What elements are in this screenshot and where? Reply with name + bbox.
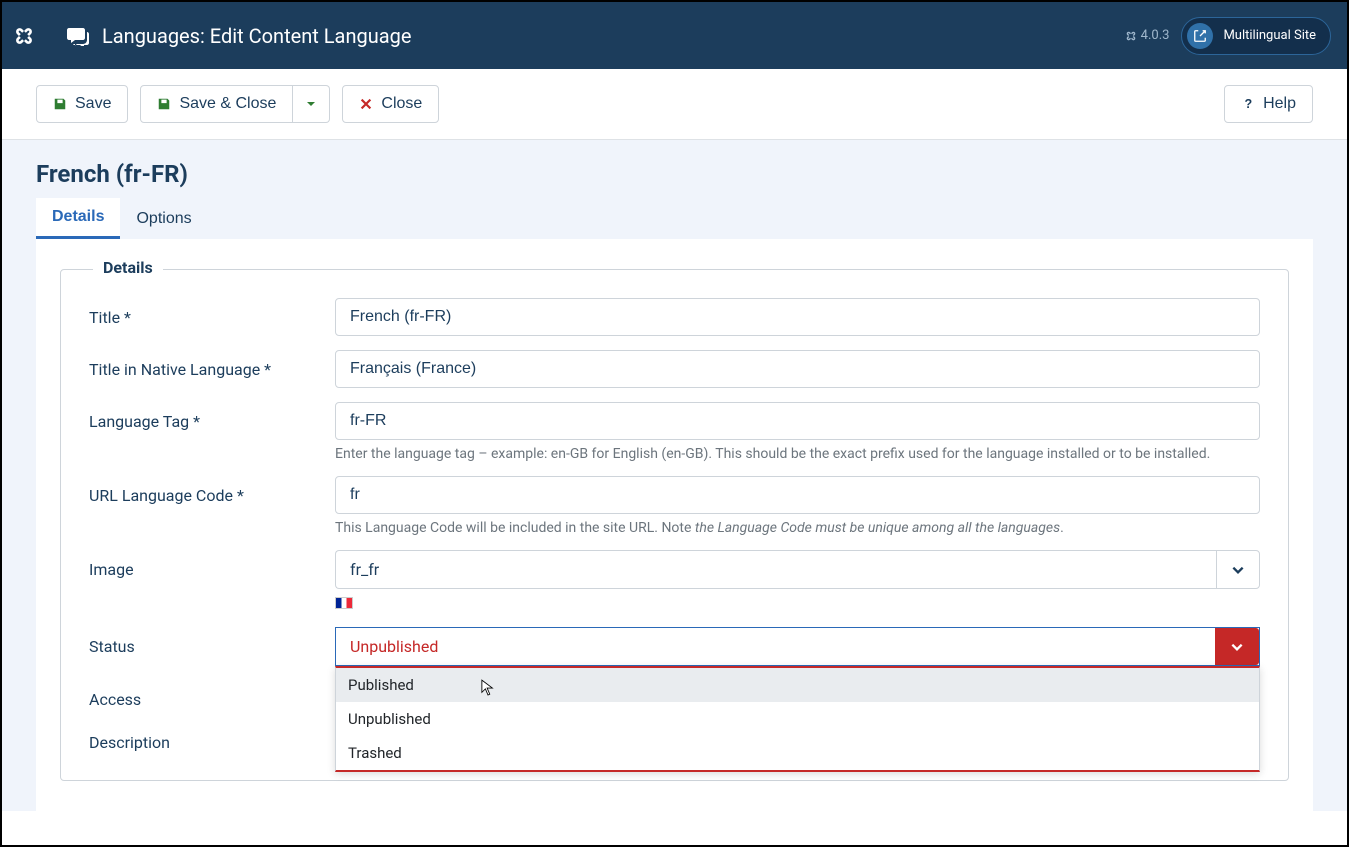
joomla-small-icon [1125, 30, 1137, 42]
row-title: Title * [89, 298, 1260, 336]
status-option-published[interactable]: Published [336, 668, 1259, 702]
help-url-code: This Language Code will be included in t… [335, 520, 1260, 536]
label-tag: Language Tag * [89, 402, 335, 431]
save-dropdown-toggle[interactable] [293, 85, 330, 123]
chevron-down-icon [305, 98, 317, 110]
help-tag: Enter the language tag – example: en-GB … [335, 446, 1260, 462]
tabs: Details Options [36, 198, 1313, 239]
tab-details[interactable]: Details [36, 198, 120, 239]
label-title: Title * [89, 298, 335, 327]
version-text: 4.0.3 [1141, 28, 1170, 43]
save-icon [157, 97, 171, 111]
row-tag: Language Tag * Enter the language tag – … [89, 402, 1260, 462]
tab-options[interactable]: Options [120, 198, 207, 239]
row-native: Title in Native Language * [89, 350, 1260, 388]
chevron-down-icon [1230, 640, 1244, 654]
label-description: Description [89, 723, 335, 752]
site-link[interactable]: Multilingual Site [1181, 17, 1331, 55]
save-icon [53, 97, 67, 111]
close-button[interactable]: Close [342, 85, 439, 123]
input-tag[interactable] [335, 402, 1260, 440]
comments-icon [66, 26, 90, 46]
save-close-button[interactable]: Save & Close [140, 85, 293, 123]
label-image: Image [89, 550, 335, 579]
select-image-chevron[interactable] [1216, 550, 1260, 589]
select-status-chevron[interactable] [1215, 628, 1259, 665]
label-access: Access [89, 680, 335, 709]
close-icon [359, 97, 373, 111]
save-button[interactable]: Save [36, 85, 128, 123]
row-image: Image fr_fr [89, 550, 1260, 613]
status-option-unpublished[interactable]: Unpublished [336, 702, 1259, 736]
details-fieldset: Details Title * Title in Native Language… [60, 269, 1289, 781]
header-bar: Languages: Edit Content Language 4.0.3 M… [2, 2, 1347, 69]
label-native: Title in Native Language * [89, 350, 335, 379]
question-icon: ? [1241, 97, 1255, 111]
chevron-down-icon [1231, 563, 1245, 577]
fieldset-legend: Details [93, 258, 163, 277]
help-button[interactable]: ? Help [1224, 85, 1313, 123]
flag-preview [335, 597, 353, 609]
page-heading: Languages: Edit Content Language [66, 24, 411, 48]
row-status: Status Unpublished Published Unpublished… [89, 627, 1260, 666]
select-image[interactable]: fr_fr [335, 550, 1260, 589]
external-link-icon [1187, 23, 1213, 49]
input-title[interactable] [335, 298, 1260, 336]
tab-content: Details Title * Title in Native Language… [36, 239, 1313, 811]
svg-text:?: ? [1245, 97, 1253, 111]
site-link-text: Multilingual Site [1223, 28, 1316, 43]
save-close-group: Save & Close [140, 85, 330, 123]
toolbar: Save Save & Close Close ? Help [2, 69, 1347, 140]
joomla-icon [13, 25, 35, 47]
select-status[interactable]: Unpublished [335, 627, 1260, 666]
page-title: French (fr-FR) [36, 140, 1313, 198]
joomla-logo[interactable] [2, 2, 46, 69]
header-right: 4.0.3 Multilingual Site [1125, 17, 1331, 55]
content-area: French (fr-FR) Details Options Details T… [2, 140, 1347, 811]
select-image-value: fr_fr [335, 550, 1216, 589]
input-url-code[interactable] [335, 476, 1260, 514]
label-url-code: URL Language Code * [89, 476, 335, 505]
status-option-trashed[interactable]: Trashed [336, 736, 1259, 770]
input-native[interactable] [335, 350, 1260, 388]
version-badge[interactable]: 4.0.3 [1125, 28, 1170, 43]
row-url-code: URL Language Code * This Language Code w… [89, 476, 1260, 536]
select-status-value: Unpublished [336, 628, 1215, 665]
header-title-text: Languages: Edit Content Language [102, 24, 411, 48]
status-dropdown-menu: Published Unpublished Trashed [335, 666, 1260, 772]
label-status: Status [89, 627, 335, 656]
